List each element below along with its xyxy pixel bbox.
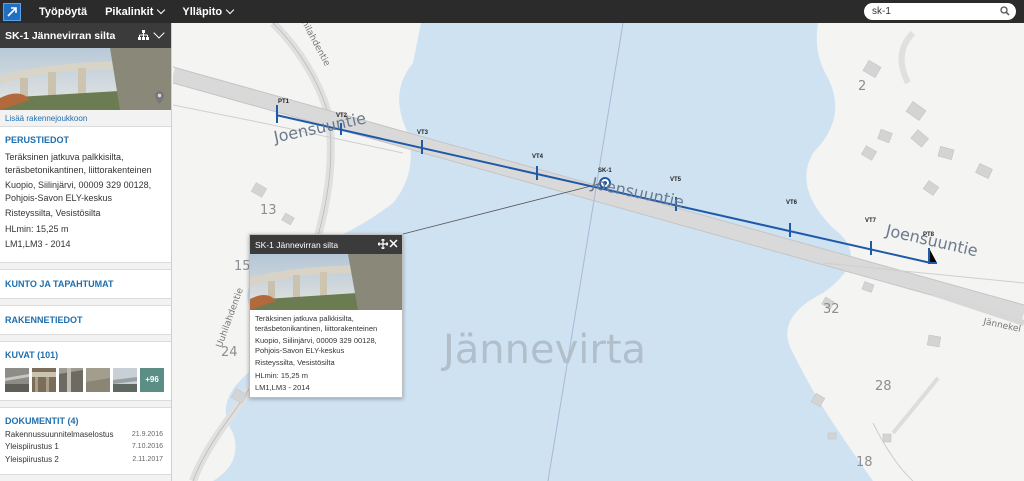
- support-point-label[interactable]: PT1: [278, 99, 289, 105]
- images-section: KUVAT (101) +96: [0, 340, 171, 401]
- search-icon[interactable]: [1000, 6, 1010, 16]
- collapse-chevron-icon[interactable]: [153, 27, 165, 39]
- popup-load-class: LM1,LM3 - 2014: [255, 383, 310, 392]
- support-point-label[interactable]: VT7: [865, 218, 876, 224]
- structure-title[interactable]: RAKENNETIEDOT: [0, 306, 171, 334]
- more-images-button[interactable]: +96: [140, 367, 164, 392]
- hierarchy-icon[interactable]: [138, 30, 149, 40]
- bridge-type-text: Teräksinen jatkuva palkkisilta, teräsbet…: [5, 152, 152, 175]
- basic-info-title[interactable]: PERUSTIEDOT: [0, 127, 171, 151]
- support-point-label[interactable]: VT4: [532, 154, 543, 160]
- house-number: 18: [856, 455, 873, 470]
- sidebar-header: SK-1 Jännevirran silta: [0, 23, 171, 48]
- image-thumbnail[interactable]: [113, 367, 137, 392]
- bridge-photo[interactable]: [0, 48, 171, 110]
- location-pin-icon[interactable]: [155, 91, 164, 104]
- sidebar-panel: SK-1 Jännevirran silta Lisää rakennejouk…: [0, 23, 172, 481]
- chevron-down-icon: [225, 5, 235, 15]
- search-box: [864, 3, 1016, 20]
- image-thumbnails: +96: [0, 366, 171, 400]
- nav-pikalinkit[interactable]: Pikalinkit: [105, 5, 166, 18]
- search-input[interactable]: [872, 6, 992, 17]
- condition-title[interactable]: KUNTO JA TAPAHTUMAT: [0, 270, 171, 298]
- condition-section[interactable]: KUNTO JA TAPAHTUMAT: [0, 268, 171, 299]
- house-number: 32: [823, 302, 840, 317]
- document-name[interactable]: Yleispiirustus 2: [5, 454, 59, 467]
- load-class-text: LM1,LM3 - 2014: [5, 239, 71, 249]
- document-row[interactable]: Yleispiirustus 1 7.10.2016: [0, 441, 171, 454]
- documents-title[interactable]: DOKUMENTIT (4): [0, 408, 171, 429]
- popup-clearance: HLmin: 15,25 m: [255, 370, 308, 380]
- popup-bridge-photo[interactable]: [250, 254, 402, 310]
- popup-header: SK-1 Jännevirran silta: [250, 235, 402, 254]
- document-date: 7.10.2016: [131, 443, 163, 450]
- image-thumbnail[interactable]: [5, 367, 29, 392]
- image-thumbnail[interactable]: [59, 367, 83, 392]
- support-point-label[interactable]: VT6: [786, 200, 797, 206]
- location-text: Kuopio, Siilinjärvi, 00009 329 00128, Po…: [5, 180, 152, 203]
- document-name[interactable]: Rakennussuunnitelmaselostus: [5, 429, 114, 442]
- basic-info-section: PERUSTIEDOT Teräksinen jatkuva palkkisil…: [0, 126, 171, 263]
- images-title[interactable]: KUVAT (101): [0, 342, 171, 366]
- nav-tyopoyta[interactable]: Työpöytä: [39, 6, 87, 18]
- image-thumbnail[interactable]: [32, 367, 56, 392]
- nav-label: Työpöytä: [39, 5, 88, 18]
- document-date: 21.9.2016: [131, 430, 163, 438]
- sidebar-title: SK-1 Jännevirran silta: [5, 29, 116, 42]
- app-logo-icon[interactable]: [3, 2, 21, 21]
- popup-crossing-type: Risteyssilta, Vesistösilta: [255, 358, 335, 367]
- crossing-type-text: Risteyssilta, Vesistösilta: [5, 208, 101, 218]
- document-date: 2.11.2017: [132, 455, 163, 463]
- support-point-label[interactable]: VT3: [417, 130, 428, 136]
- add-to-structure-group-link[interactable]: Lisää rakennejoukkoon: [0, 110, 171, 126]
- move-icon[interactable]: [378, 239, 388, 249]
- lake-name-label: Jännevirta: [443, 327, 647, 373]
- house-number: 13: [260, 203, 277, 218]
- documents-section: DOKUMENTIT (4) Rakennussuunnitelmaselost…: [0, 406, 171, 475]
- chevron-down-icon: [157, 5, 166, 15]
- document-name[interactable]: Yleispiirustus 1: [5, 441, 59, 454]
- document-row[interactable]: Yleispiirustus 2 2.11.2017: [0, 454, 171, 475]
- structure-section[interactable]: RAKENNETIEDOT: [0, 304, 171, 335]
- document-row[interactable]: Rakennussuunnitelmaselostus 21.9.2016: [0, 429, 171, 442]
- house-number: 2: [858, 79, 867, 94]
- popup-bridge-type: Teräksinen jatkuva palkkisilta, teräsbet…: [255, 314, 378, 333]
- nav-yllapito[interactable]: Ylläpito: [182, 5, 235, 18]
- support-point-label[interactable]: VT2: [336, 113, 347, 119]
- bridge-info-popup: SK-1 Jännevirran silta Teräksinen jatkuv…: [249, 234, 403, 398]
- house-number: 24: [221, 345, 238, 360]
- nav-label: Pikalinkit: [105, 5, 154, 18]
- popup-location: Kuopio, Siilinjärvi, 00009 329 00128, Po…: [255, 336, 377, 355]
- popup-body: Teräksinen jatkuva palkkisilta, teräsbet…: [250, 310, 402, 400]
- house-number: 28: [875, 379, 892, 394]
- close-icon[interactable]: [389, 239, 398, 248]
- nav-label: Ylläpito: [182, 5, 223, 18]
- image-thumbnail[interactable]: [86, 367, 110, 392]
- support-point-label[interactable]: PT8: [923, 232, 934, 238]
- bridge-point-label[interactable]: SK-1: [598, 168, 612, 174]
- support-point-label[interactable]: VT5: [670, 177, 681, 183]
- clearance-text: HLmin: 15,25 m: [5, 223, 69, 234]
- top-navbar: Työpöytä Pikalinkit Ylläpito: [0, 0, 1024, 23]
- popup-title: SK-1 Jännevirran silta: [255, 239, 339, 250]
